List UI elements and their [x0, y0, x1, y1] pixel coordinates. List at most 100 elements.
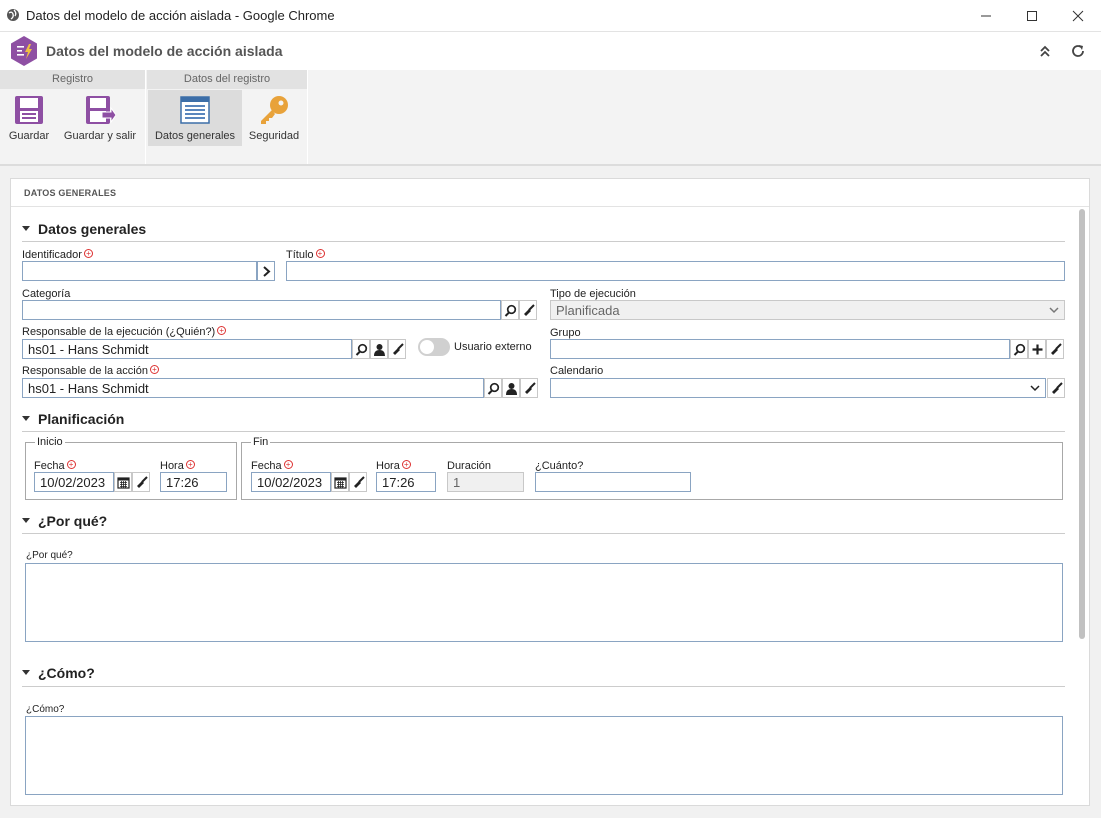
exec-responsible-label: Responsable de la ejecución (¿Quién?) + — [22, 326, 227, 338]
eraser-brush-icon — [1051, 381, 1063, 394]
security-label: Seguridad — [248, 130, 300, 142]
app-logo-icon — [11, 36, 37, 66]
save-and-exit-label: Guardar y salir — [63, 130, 137, 142]
exec-responsible-search-button[interactable] — [352, 339, 370, 359]
eraser-brush-icon — [1050, 342, 1062, 355]
general-data-label: Datos generales — [154, 130, 236, 142]
action-responsible-label: Responsable de la acción + — [22, 365, 159, 377]
general-data-panel: DATOS GENERALES Datos generales Identifi… — [10, 178, 1090, 806]
section-general-title: Datos generales — [38, 221, 147, 237]
chevron-right-icon — [262, 265, 270, 277]
end-date-label: Fecha + — [251, 460, 293, 472]
globe-icon — [7, 9, 19, 21]
vertical-scrollbar[interactable] — [1079, 209, 1085, 639]
start-date-calendar-button[interactable] — [114, 472, 132, 492]
eraser-brush-icon — [136, 475, 148, 488]
execution-type-label: Tipo de ejecución — [550, 288, 636, 300]
ribbon-group-registro: Registro Guardar Guardar y salir — [0, 70, 146, 164]
how-textarea[interactable] — [25, 716, 1063, 795]
external-user-toggle[interactable] — [418, 338, 450, 356]
form-document-icon — [180, 96, 210, 124]
identifier-input[interactable] — [22, 261, 257, 281]
action-responsible-search-button[interactable] — [484, 378, 502, 398]
group-label: Grupo — [550, 327, 581, 339]
start-date-label: Fecha + — [34, 460, 76, 472]
floppy-disk-exit-icon — [86, 96, 116, 124]
start-date-label-text: Fecha — [34, 460, 65, 472]
chevron-down-icon — [1030, 385, 1040, 392]
end-fieldset: Fin Fecha + 10/02/2023 Hora + 17:26 Duraci… — [241, 436, 1063, 500]
exec-responsible-label-text: Responsable de la ejecución (¿Quién?) — [22, 326, 216, 338]
required-icon: + — [401, 460, 411, 469]
end-date-label-text: Fecha — [251, 460, 282, 472]
window-titlebar: Datos del modelo de acción aislada - Goo… — [0, 0, 1101, 32]
section-why-header[interactable]: ¿Por qué? — [22, 513, 107, 529]
end-date-input[interactable]: 10/02/2023 — [251, 472, 331, 492]
exec-responsible-input[interactable]: hs01 - Hans Schmidt — [22, 339, 352, 359]
refresh-icon[interactable] — [1070, 43, 1086, 59]
collapse-triangle-icon — [22, 415, 30, 421]
exec-responsible-user-button[interactable] — [370, 339, 388, 359]
title-label-text: Título — [286, 249, 314, 261]
group-add-button[interactable] — [1028, 339, 1046, 359]
maximize-button[interactable] — [1009, 0, 1055, 32]
section-why-title: ¿Por qué? — [38, 513, 108, 529]
collapse-icon[interactable] — [1038, 44, 1052, 58]
end-time-input[interactable]: 17:26 — [376, 472, 436, 492]
how-much-input[interactable] — [535, 472, 691, 492]
section-how-header[interactable]: ¿Cómo? — [22, 665, 95, 681]
start-time-input[interactable]: 17:26 — [160, 472, 227, 492]
calendar-icon — [116, 476, 130, 489]
floppy-disk-icon — [15, 96, 43, 124]
group-search-button[interactable] — [1010, 339, 1028, 359]
category-clear-button[interactable] — [519, 300, 537, 320]
group-input[interactable] — [550, 339, 1010, 359]
security-button[interactable]: Seguridad — [245, 90, 303, 146]
search-icon — [487, 382, 499, 395]
calendar-select[interactable] — [550, 378, 1046, 398]
required-icon: + — [149, 365, 159, 374]
action-responsible-input[interactable]: hs01 - Hans Schmidt — [22, 378, 484, 398]
eraser-brush-icon — [523, 303, 535, 316]
ribbon-toolbar: Registro Guardar Guardar y salir Datos d… — [0, 70, 1101, 166]
collapse-triangle-icon — [22, 517, 30, 523]
why-textarea[interactable] — [25, 563, 1063, 642]
search-icon — [355, 343, 367, 356]
end-date-calendar-button[interactable] — [331, 472, 349, 492]
execution-type-select[interactable]: Planificada — [550, 300, 1065, 320]
divider — [22, 431, 1065, 432]
divider — [22, 686, 1065, 687]
action-responsible-clear-button[interactable] — [520, 378, 538, 398]
save-button[interactable]: Guardar — [4, 90, 54, 146]
required-icon: + — [217, 326, 227, 335]
general-data-button[interactable]: Datos generales — [148, 90, 242, 146]
user-icon — [373, 343, 385, 356]
category-search-button[interactable] — [501, 300, 519, 320]
start-date-clear-button[interactable] — [132, 472, 150, 492]
save-and-exit-button[interactable]: Guardar y salir — [58, 90, 142, 146]
minimize-button[interactable] — [963, 0, 1009, 32]
group-clear-button[interactable] — [1046, 339, 1064, 359]
start-date-input[interactable]: 10/02/2023 — [34, 472, 114, 492]
close-button[interactable] — [1055, 0, 1101, 32]
ribbon-group-datos-registro: Datos del registro Datos generales Segur… — [147, 70, 308, 164]
start-legend: Inicio — [35, 436, 65, 448]
section-general-header[interactable]: Datos generales — [22, 221, 146, 237]
identifier-next-button[interactable] — [257, 261, 275, 281]
why-label: ¿Por qué? — [26, 550, 73, 561]
calendar-clear-button[interactable] — [1047, 378, 1065, 398]
action-responsible-user-button[interactable] — [502, 378, 520, 398]
title-input[interactable] — [286, 261, 1065, 281]
close-icon — [1072, 10, 1084, 22]
content-area: DATOS GENERALES Datos generales Identifi… — [0, 166, 1101, 818]
plus-icon — [1032, 344, 1042, 354]
search-icon — [1013, 343, 1025, 356]
category-input[interactable] — [22, 300, 501, 320]
exec-responsible-clear-button[interactable] — [388, 339, 406, 359]
collapse-triangle-icon — [22, 669, 30, 675]
external-user-label: Usuario externo — [454, 341, 532, 353]
section-planning-header[interactable]: Planificación — [22, 411, 124, 427]
maximize-icon — [1027, 11, 1037, 21]
eraser-brush-icon — [353, 475, 365, 488]
end-date-clear-button[interactable] — [349, 472, 367, 492]
